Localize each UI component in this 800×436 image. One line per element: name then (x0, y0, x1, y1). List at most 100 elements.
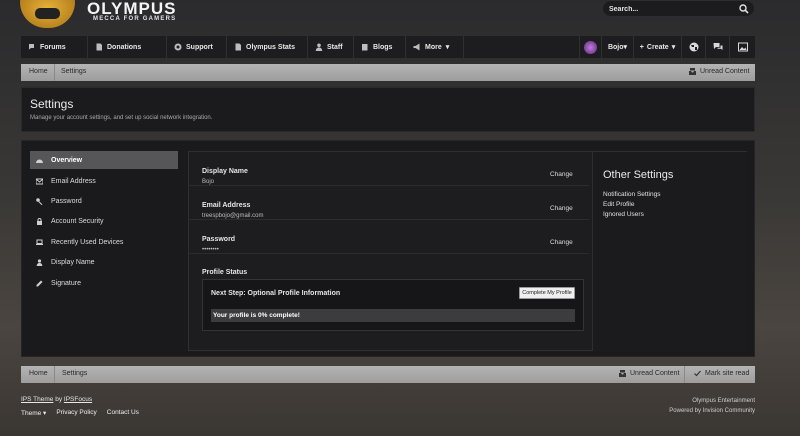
nav-label: Donations (107, 43, 142, 51)
edit-profile-link[interactable]: Edit Profile (603, 201, 634, 208)
nav-support[interactable]: Support (167, 36, 227, 58)
breadcrumb-current: Settings (61, 68, 87, 75)
messages-button[interactable] (705, 36, 729, 58)
nav-staff[interactable]: Staff (308, 36, 354, 58)
brand-subtitle: MECCA FOR GAMERS (93, 16, 177, 22)
site-header: OLYMPUS MECCA FOR GAMERS (0, 0, 800, 36)
profile-status-label: Profile Status (202, 269, 248, 276)
search-button[interactable] (738, 3, 750, 15)
page-title: Settings (30, 97, 74, 111)
overview-content: Display Name Bojo Change Email Address t… (188, 151, 747, 351)
sidebar-item-recently-used-devices[interactable]: Recently Used Devices (30, 233, 178, 251)
privacy-policy-link[interactable]: Privacy Policy (56, 409, 96, 417)
create-menu[interactable]: + Create ▾ (633, 36, 681, 58)
user-icon (315, 43, 323, 51)
unread-content-link[interactable]: Unread Content (689, 68, 749, 75)
breadcrumb-separator (54, 64, 55, 81)
email-address-row: Email Address treespbojo@gmail.com Chang… (189, 186, 589, 220)
search-input[interactable] (609, 3, 729, 15)
powered-by-link[interactable]: Powered by Invision Community (600, 406, 755, 416)
breadcrumb-home[interactable]: Home (29, 68, 48, 75)
chevron-down-icon: ▾ (671, 44, 676, 51)
plus-icon: + (639, 43, 644, 51)
nav-label: Olympus Stats (246, 43, 296, 51)
document-icon (235, 43, 241, 51)
globe-icon (689, 42, 698, 52)
change-display-name-link[interactable]: Change (550, 171, 573, 178)
theme-selector[interactable]: Theme ▾ (21, 409, 46, 417)
user-avatar[interactable] (579, 36, 601, 58)
user-menu[interactable]: Bojo ▾ (601, 36, 633, 58)
search-box (602, 0, 755, 17)
create-label: Create (646, 43, 669, 51)
contact-us-link[interactable]: Contact Us (107, 409, 139, 417)
theme-credit: IPS Theme by IPSFocus (21, 396, 92, 403)
nav-label: Staff (327, 43, 343, 51)
breadcrumb-separator (54, 366, 55, 383)
mark-site-read-link[interactable]: Mark site read (694, 370, 749, 377)
sidebar-item-label: Recently Used Devices (51, 238, 124, 246)
gamepad-logo[interactable] (20, 0, 75, 28)
inbox-icon (689, 68, 696, 75)
lock-icon (37, 217, 42, 225)
nav-donations[interactable]: Donations (88, 36, 167, 58)
sidebar-item-label: Email Address (51, 177, 96, 185)
complete-profile-button[interactable]: Complete My Profile (519, 287, 575, 299)
sidebar-item-email-address[interactable]: Email Address (30, 172, 178, 190)
unread-content-label: Unread Content (700, 68, 750, 75)
sidebar-item-label: Overview (51, 156, 83, 164)
megaphone-icon (413, 43, 420, 51)
password-row: Password •••••••• Change (189, 220, 589, 254)
nav-forums[interactable]: Forums (21, 36, 88, 58)
password-value: •••••••• (202, 247, 219, 253)
copyright-text: Olympus Entertainment (692, 398, 755, 404)
email-address-value: treespbojo@gmail.com (202, 213, 264, 219)
chevron-down-icon: ▾ (623, 44, 628, 51)
other-settings-panel: Other Settings Notification Settings Edi… (592, 152, 747, 351)
sidebar-item-account-security[interactable]: Account Security (30, 212, 178, 230)
notification-settings-link[interactable]: Notification Settings (603, 191, 660, 198)
gallery-button[interactable] (729, 36, 755, 58)
ipsfocus-link[interactable]: IPSFocus (64, 396, 92, 403)
sidebar-item-label: Display Name (51, 258, 95, 266)
inbox-icon (619, 370, 626, 377)
nav-blogs[interactable]: Blogs (354, 36, 406, 58)
theme-label: Theme (21, 410, 42, 417)
progress-text: Your profile is 0% complete! (213, 312, 300, 319)
user-name: Bojo (607, 43, 624, 51)
change-email-link[interactable]: Change (550, 205, 573, 212)
sidebar-item-label: Password (51, 197, 82, 205)
key-icon (36, 197, 43, 205)
nav-label: More (425, 43, 442, 51)
dashboard-icon (36, 159, 43, 163)
profile-progress-bar: Your profile is 0% complete! (211, 309, 575, 322)
next-step-text: Next Step: Optional Profile Information (211, 290, 341, 297)
main-nav: Forums Donations Support Olympus Stats S… (21, 36, 755, 58)
nav-olympus-stats[interactable]: Olympus Stats (227, 36, 308, 58)
sidebar-item-password[interactable]: Password (30, 192, 178, 210)
sidebar-item-signature[interactable]: Signature (30, 274, 178, 292)
breadcrumb-home[interactable]: Home (29, 370, 48, 377)
globe-button[interactable] (681, 36, 705, 58)
gamepad-icon (35, 8, 60, 19)
change-password-link[interactable]: Change (550, 239, 573, 246)
breadcrumb-current: Settings (62, 370, 88, 377)
lifebuoy-icon (174, 43, 182, 51)
unread-content-link[interactable]: Unread Content (619, 370, 679, 377)
nav-label: Forums (40, 43, 66, 51)
ignored-users-link[interactable]: Ignored Users (603, 211, 644, 218)
password-label: Password (202, 236, 236, 243)
laptop-icon (36, 239, 43, 245)
nav-label: Blogs (373, 43, 393, 51)
footer-links: Theme ▾ Privacy Policy Contact Us (21, 409, 139, 417)
chat-bubbles-icon (713, 43, 722, 50)
sidebar-item-label: Account Security (51, 217, 104, 225)
settings-header: Settings Manage your account settings, a… (21, 87, 755, 132)
ips-theme-link[interactable]: IPS Theme (21, 396, 53, 403)
mark-site-read-label: Mark site read (705, 370, 750, 377)
sidebar-item-overview[interactable]: Overview (30, 151, 178, 169)
other-settings-title: Other Settings (603, 169, 674, 181)
chevron-down-icon: ▾ (43, 410, 47, 417)
sidebar-item-display-name[interactable]: Display Name (30, 253, 178, 271)
nav-more[interactable]: More ▾ (406, 36, 464, 58)
